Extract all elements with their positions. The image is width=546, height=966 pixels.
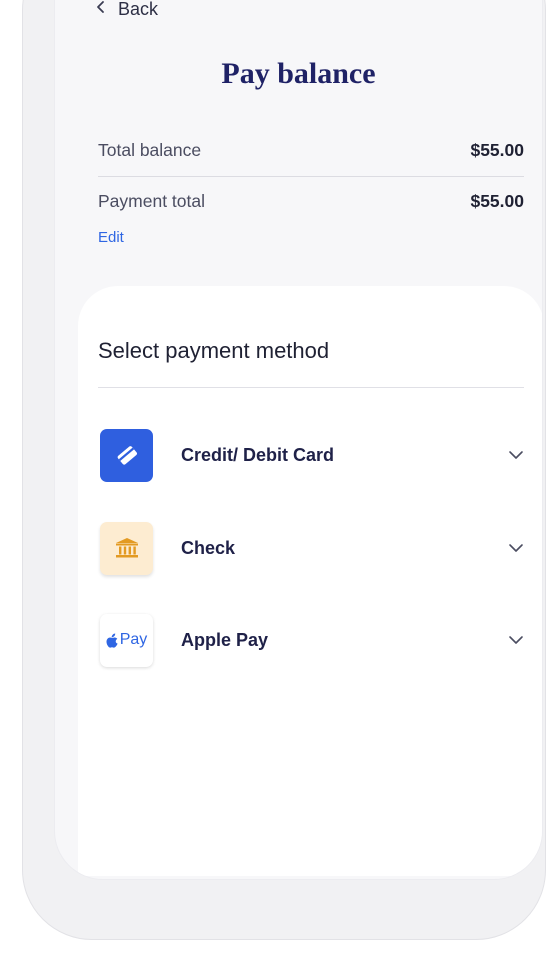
payment-method-check[interactable]: Check — [100, 520, 526, 576]
payment-total-value: $55.00 — [470, 191, 524, 211]
apple-logo-icon — [106, 633, 118, 648]
payment-method-credit-card[interactable]: Credit/ Debit Card — [100, 427, 526, 483]
page-title: Pay balance — [221, 57, 376, 90]
phone-frame: Back Pay balance Total balance $55.00 Pa… — [22, 0, 546, 940]
payment-method-divider — [98, 387, 524, 388]
payment-method-apple-pay[interactable]: Pay Apple Pay — [100, 612, 526, 668]
chevron-left-icon — [96, 0, 106, 19]
edit-payment-link[interactable]: Edit — [98, 229, 124, 246]
total-balance-label: Total balance — [98, 140, 202, 160]
total-balance-value: $55.00 — [470, 140, 524, 160]
chevron-down-icon — [506, 630, 526, 650]
payment-total-row: Payment total $55.00 — [98, 191, 524, 212]
bank-icon — [100, 521, 153, 575]
apple-pay-icon: Pay — [100, 613, 153, 667]
chevron-down-icon — [506, 538, 526, 558]
apple-pay-icon-text: Pay — [119, 631, 148, 648]
payment-method-panel: Select payment method Credit/ Debit Card — [78, 286, 542, 876]
payment-method-label: Credit/ Debit Card — [181, 444, 335, 465]
total-balance-row: Total balance $55.00 — [98, 140, 524, 161]
summary-divider — [98, 176, 524, 177]
payment-total-label: Payment total — [98, 191, 205, 211]
back-button[interactable]: Back — [96, 0, 158, 20]
credit-card-icon — [100, 428, 153, 482]
apple-pay-logo: Pay — [106, 631, 148, 649]
payment-method-heading: Select payment method — [98, 338, 330, 363]
payment-method-label: Apple Pay — [181, 629, 269, 650]
payment-method-label: Check — [181, 537, 236, 558]
back-label: Back — [118, 0, 159, 19]
app-screen: Back Pay balance Total balance $55.00 Pa… — [55, 0, 542, 879]
chevron-down-icon — [506, 445, 526, 465]
